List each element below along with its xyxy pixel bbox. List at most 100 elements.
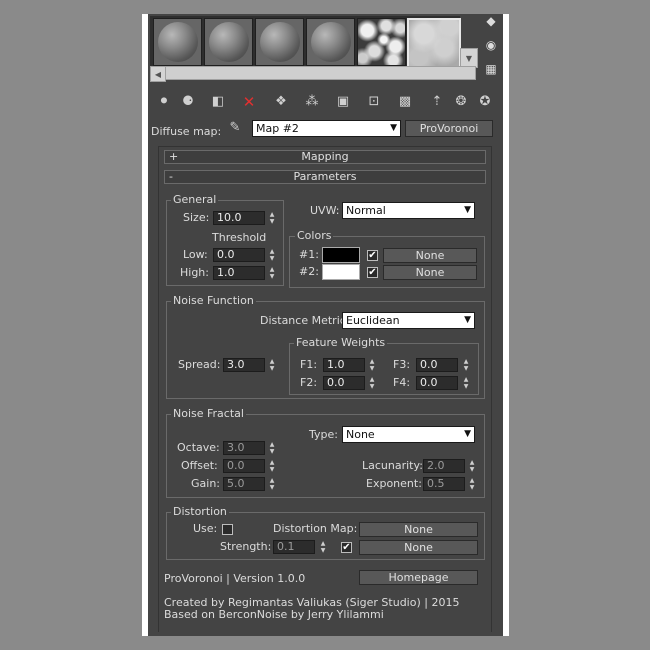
spread-field[interactable]: 3.0 <box>223 358 265 372</box>
distortion-map-button[interactable]: None <box>359 522 478 537</box>
fractal-type-dropdown[interactable]: None ▼ <box>342 426 475 443</box>
offset-field[interactable]: 0.0 <box>223 459 265 473</box>
gain-field[interactable]: 5.0 <box>223 477 265 491</box>
distance-metric-dropdown[interactable]: Euclidean ▼ <box>342 312 475 329</box>
mapping-rollout-title: Mapping <box>301 150 349 163</box>
octave-label: Octave: <box>177 441 220 454</box>
low-spinner-arrows[interactable]: ▲ ▼ <box>267 248 277 262</box>
uvw-dropdown[interactable]: Normal ▼ <box>342 202 475 219</box>
show-map-icon[interactable]: ▩ <box>396 93 414 111</box>
f3-label: F3: <box>393 358 411 371</box>
gain-spinner-arrows[interactable]: ▲ ▼ <box>267 477 277 491</box>
go-to-parent-icon[interactable]: ⇡ <box>428 93 446 111</box>
f4-field[interactable]: 0.0 <box>416 376 458 390</box>
f4-spinner-arrows[interactable]: ▲ ▼ <box>461 376 471 390</box>
strength-map-button[interactable]: None <box>359 540 478 555</box>
high-label: High: <box>180 266 209 279</box>
distortion-map-label: Distortion Map: <box>273 522 358 535</box>
sample-type-icon[interactable]: ◆ <box>484 14 498 28</box>
map-name-field[interactable]: Map #2 ▼ <box>252 120 401 137</box>
sample-slot-3[interactable] <box>255 18 304 66</box>
f1-field[interactable]: 1.0 <box>323 358 365 372</box>
octave-field[interactable]: 3.0 <box>223 441 265 455</box>
strength-spinner-arrows[interactable]: ▲ ▼ <box>318 540 328 554</box>
slots-scroll-down-button[interactable]: ▼ <box>460 48 478 68</box>
gain-label: Gain: <box>191 477 220 490</box>
copy-material-icon[interactable]: ❖ <box>272 93 290 111</box>
distortion-title: Distortion <box>171 505 229 519</box>
select-by-material-icon[interactable]: ✪ <box>476 93 494 111</box>
reset-icon[interactable]: ✕ <box>240 93 258 111</box>
f3-spinner-arrows[interactable]: ▲ ▼ <box>461 358 471 372</box>
distance-metric-label: Distance Metric: <box>260 314 350 327</box>
noise-fractal-title: Noise Fractal <box>171 407 246 421</box>
color1-swatch[interactable] <box>322 247 360 263</box>
f2-field[interactable]: 0.0 <box>323 376 365 390</box>
threshold-label: Threshold <box>212 231 267 244</box>
chevron-down-icon: ▼ <box>464 429 471 439</box>
background-icon[interactable]: ▦ <box>484 62 498 76</box>
distance-metric-value: Euclidean <box>346 314 400 327</box>
size-spinner-arrows[interactable]: ▲ ▼ <box>267 211 277 225</box>
exponent-field[interactable]: 0.5 <box>423 477 465 491</box>
spread-spinner-arrows[interactable]: ▲ ▼ <box>267 358 277 372</box>
parameters-rollout-title: Parameters <box>293 170 357 183</box>
backlight-icon[interactable]: ◉ <box>484 38 498 52</box>
slots-scrollbar[interactable] <box>150 66 476 80</box>
size-field[interactable]: 10.0 <box>213 211 265 225</box>
sample-slots <box>150 16 461 68</box>
sample-slot-5[interactable] <box>357 18 406 66</box>
get-material-icon[interactable]: ⚫ <box>155 93 173 111</box>
strength-label: Strength: <box>220 540 272 553</box>
sample-slot-1[interactable] <box>153 18 202 66</box>
size-label: Size: <box>183 211 210 224</box>
assign-material-icon[interactable]: ◧ <box>209 93 227 111</box>
f2-spinner-arrows[interactable]: ▲ ▼ <box>367 376 377 390</box>
color2-label: #2: <box>299 265 319 278</box>
offset-label: Offset: <box>181 459 218 472</box>
homepage-button[interactable]: Homepage <box>359 570 478 585</box>
material-id-icon[interactable]: ⊡ <box>365 93 383 111</box>
color2-swatch[interactable] <box>322 264 360 280</box>
colors-group-title: Colors <box>295 229 334 243</box>
strength-field[interactable]: 0.1 <box>273 540 315 554</box>
color2-map-button[interactable]: None <box>383 265 477 280</box>
sample-slot-6-selected[interactable] <box>407 18 461 68</box>
low-field[interactable]: 0.0 <box>213 248 265 262</box>
f1-label: F1: <box>300 358 318 371</box>
strength-map-checkbox[interactable]: ✔ <box>341 542 352 553</box>
high-field[interactable]: 1.0 <box>213 266 265 280</box>
f2-label: F2: <box>300 376 318 389</box>
eyedropper-icon[interactable]: ✎ <box>226 119 244 137</box>
noise-function-title: Noise Function <box>171 294 256 308</box>
version-text: ProVoronoi | Version 1.0.0 <box>164 572 306 585</box>
parameters-rollout[interactable]: - Parameters <box>164 170 486 184</box>
diffuse-map-label: Diffuse map: <box>151 125 222 138</box>
map-type-button[interactable]: ProVoronoi <box>405 120 493 137</box>
sample-slot-2[interactable] <box>204 18 253 66</box>
feature-weights-title: Feature Weights <box>294 336 388 350</box>
scroll-left-button[interactable]: ◀ <box>150 66 166 82</box>
offset-spinner-arrows[interactable]: ▲ ▼ <box>267 459 277 473</box>
make-unique-icon[interactable]: ⁂ <box>303 93 321 111</box>
lacunarity-field[interactable]: 2.0 <box>423 459 465 473</box>
f1-spinner-arrows[interactable]: ▲ ▼ <box>367 358 377 372</box>
fractal-type-label: Type: <box>309 428 338 441</box>
mapping-rollout[interactable]: + Mapping <box>164 150 486 164</box>
put-material-icon[interactable]: ⚈ <box>179 93 197 111</box>
color2-map-checkbox[interactable]: ✔ <box>367 267 378 278</box>
chevron-down-icon: ▼ <box>390 123 397 133</box>
color1-map-checkbox[interactable]: ✔ <box>367 250 378 261</box>
sample-slot-4[interactable] <box>306 18 355 66</box>
color1-map-button[interactable]: None <box>383 248 477 263</box>
f4-label: F4: <box>393 376 411 389</box>
put-to-library-icon[interactable]: ▣ <box>334 93 352 111</box>
credit-based-on-text: Based on BerconNoise by Jerry Ylilammi <box>164 608 384 621</box>
exponent-spinner-arrows[interactable]: ▲ ▼ <box>467 477 477 491</box>
octave-spinner-arrows[interactable]: ▲ ▼ <box>267 441 277 455</box>
use-distortion-checkbox[interactable] <box>222 524 233 535</box>
go-forward-icon[interactable]: ❂ <box>452 93 470 111</box>
high-spinner-arrows[interactable]: ▲ ▼ <box>267 266 277 280</box>
f3-field[interactable]: 0.0 <box>416 358 458 372</box>
lacunarity-spinner-arrows[interactable]: ▲ ▼ <box>467 459 477 473</box>
